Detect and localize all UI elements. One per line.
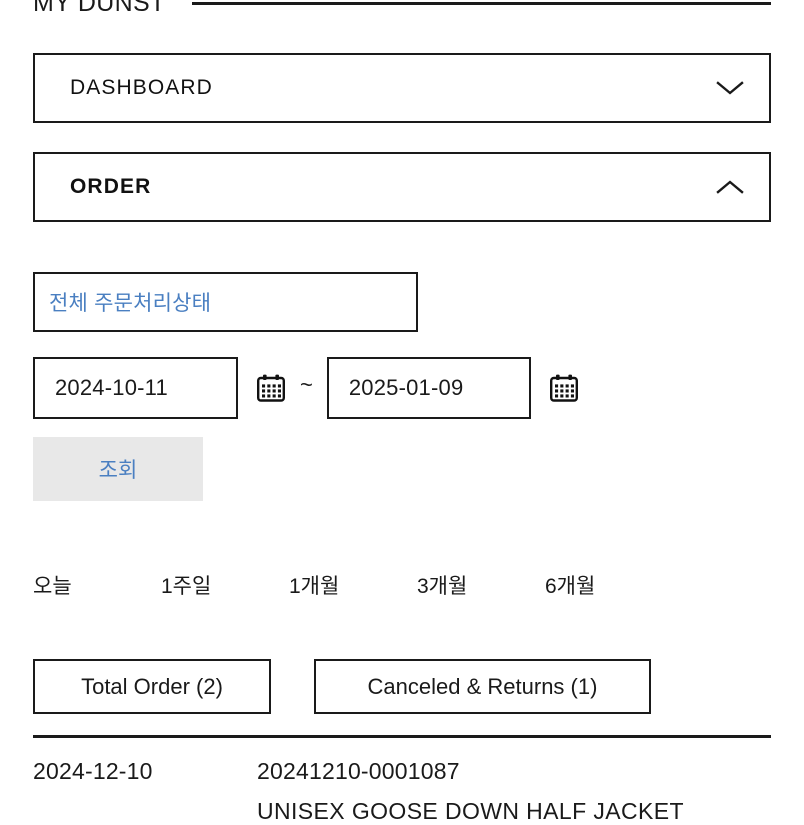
calendar-icon[interactable] [549,373,579,403]
tab-canceled-returns[interactable]: Canceled & Returns (1) [314,659,651,714]
quick-range-3months[interactable]: 3개월 [417,570,545,600]
nav-accordion-order[interactable]: ORDER [33,152,771,222]
order-status-select[interactable]: 전체 주문처리상태 [33,272,418,332]
nav-accordion-dashboard-label: DASHBOARD [70,76,213,99]
order-status-select-value: 전체 주문처리상태 [49,292,212,315]
quick-range-today[interactable]: 오늘 [33,570,161,600]
order-product-name[interactable]: UNISEX GOOSE DOWN HALF JACKET [257,798,684,825]
chevron-down-icon [715,79,745,97]
order-list-divider [33,735,771,738]
calendar-icon[interactable] [256,373,286,403]
page-title: MY DUNST [33,0,166,17]
header-divider [191,1,771,5]
search-button[interactable]: 조회 [33,437,203,501]
quick-date-ranges: 오늘 1주일 1개월 3개월 6개월 [33,570,633,600]
date-range-separator: ~ [300,372,313,397]
quick-range-1week[interactable]: 1주일 [161,570,289,600]
start-date-input[interactable]: 2024-10-11 [33,357,238,419]
chevron-up-icon [715,178,745,196]
order-date: 2024-12-10 [33,758,153,784]
tab-total-order[interactable]: Total Order (2) [33,659,271,714]
quick-range-1month[interactable]: 1개월 [289,570,417,600]
date-range-row: 2024-10-11 ~ 2025-01-09 [33,357,579,419]
order-tabs: Total Order (2) Canceled & Returns (1) [33,659,651,714]
nav-accordion-dashboard[interactable]: DASHBOARD [33,53,771,123]
order-number[interactable]: 20241210-0001087 [257,758,460,785]
nav-accordion-order-label: ORDER [70,175,152,198]
end-date-input[interactable]: 2025-01-09 [326,357,531,419]
quick-range-6months[interactable]: 6개월 [545,570,595,600]
page-header: MY DUNST [0,0,804,20]
